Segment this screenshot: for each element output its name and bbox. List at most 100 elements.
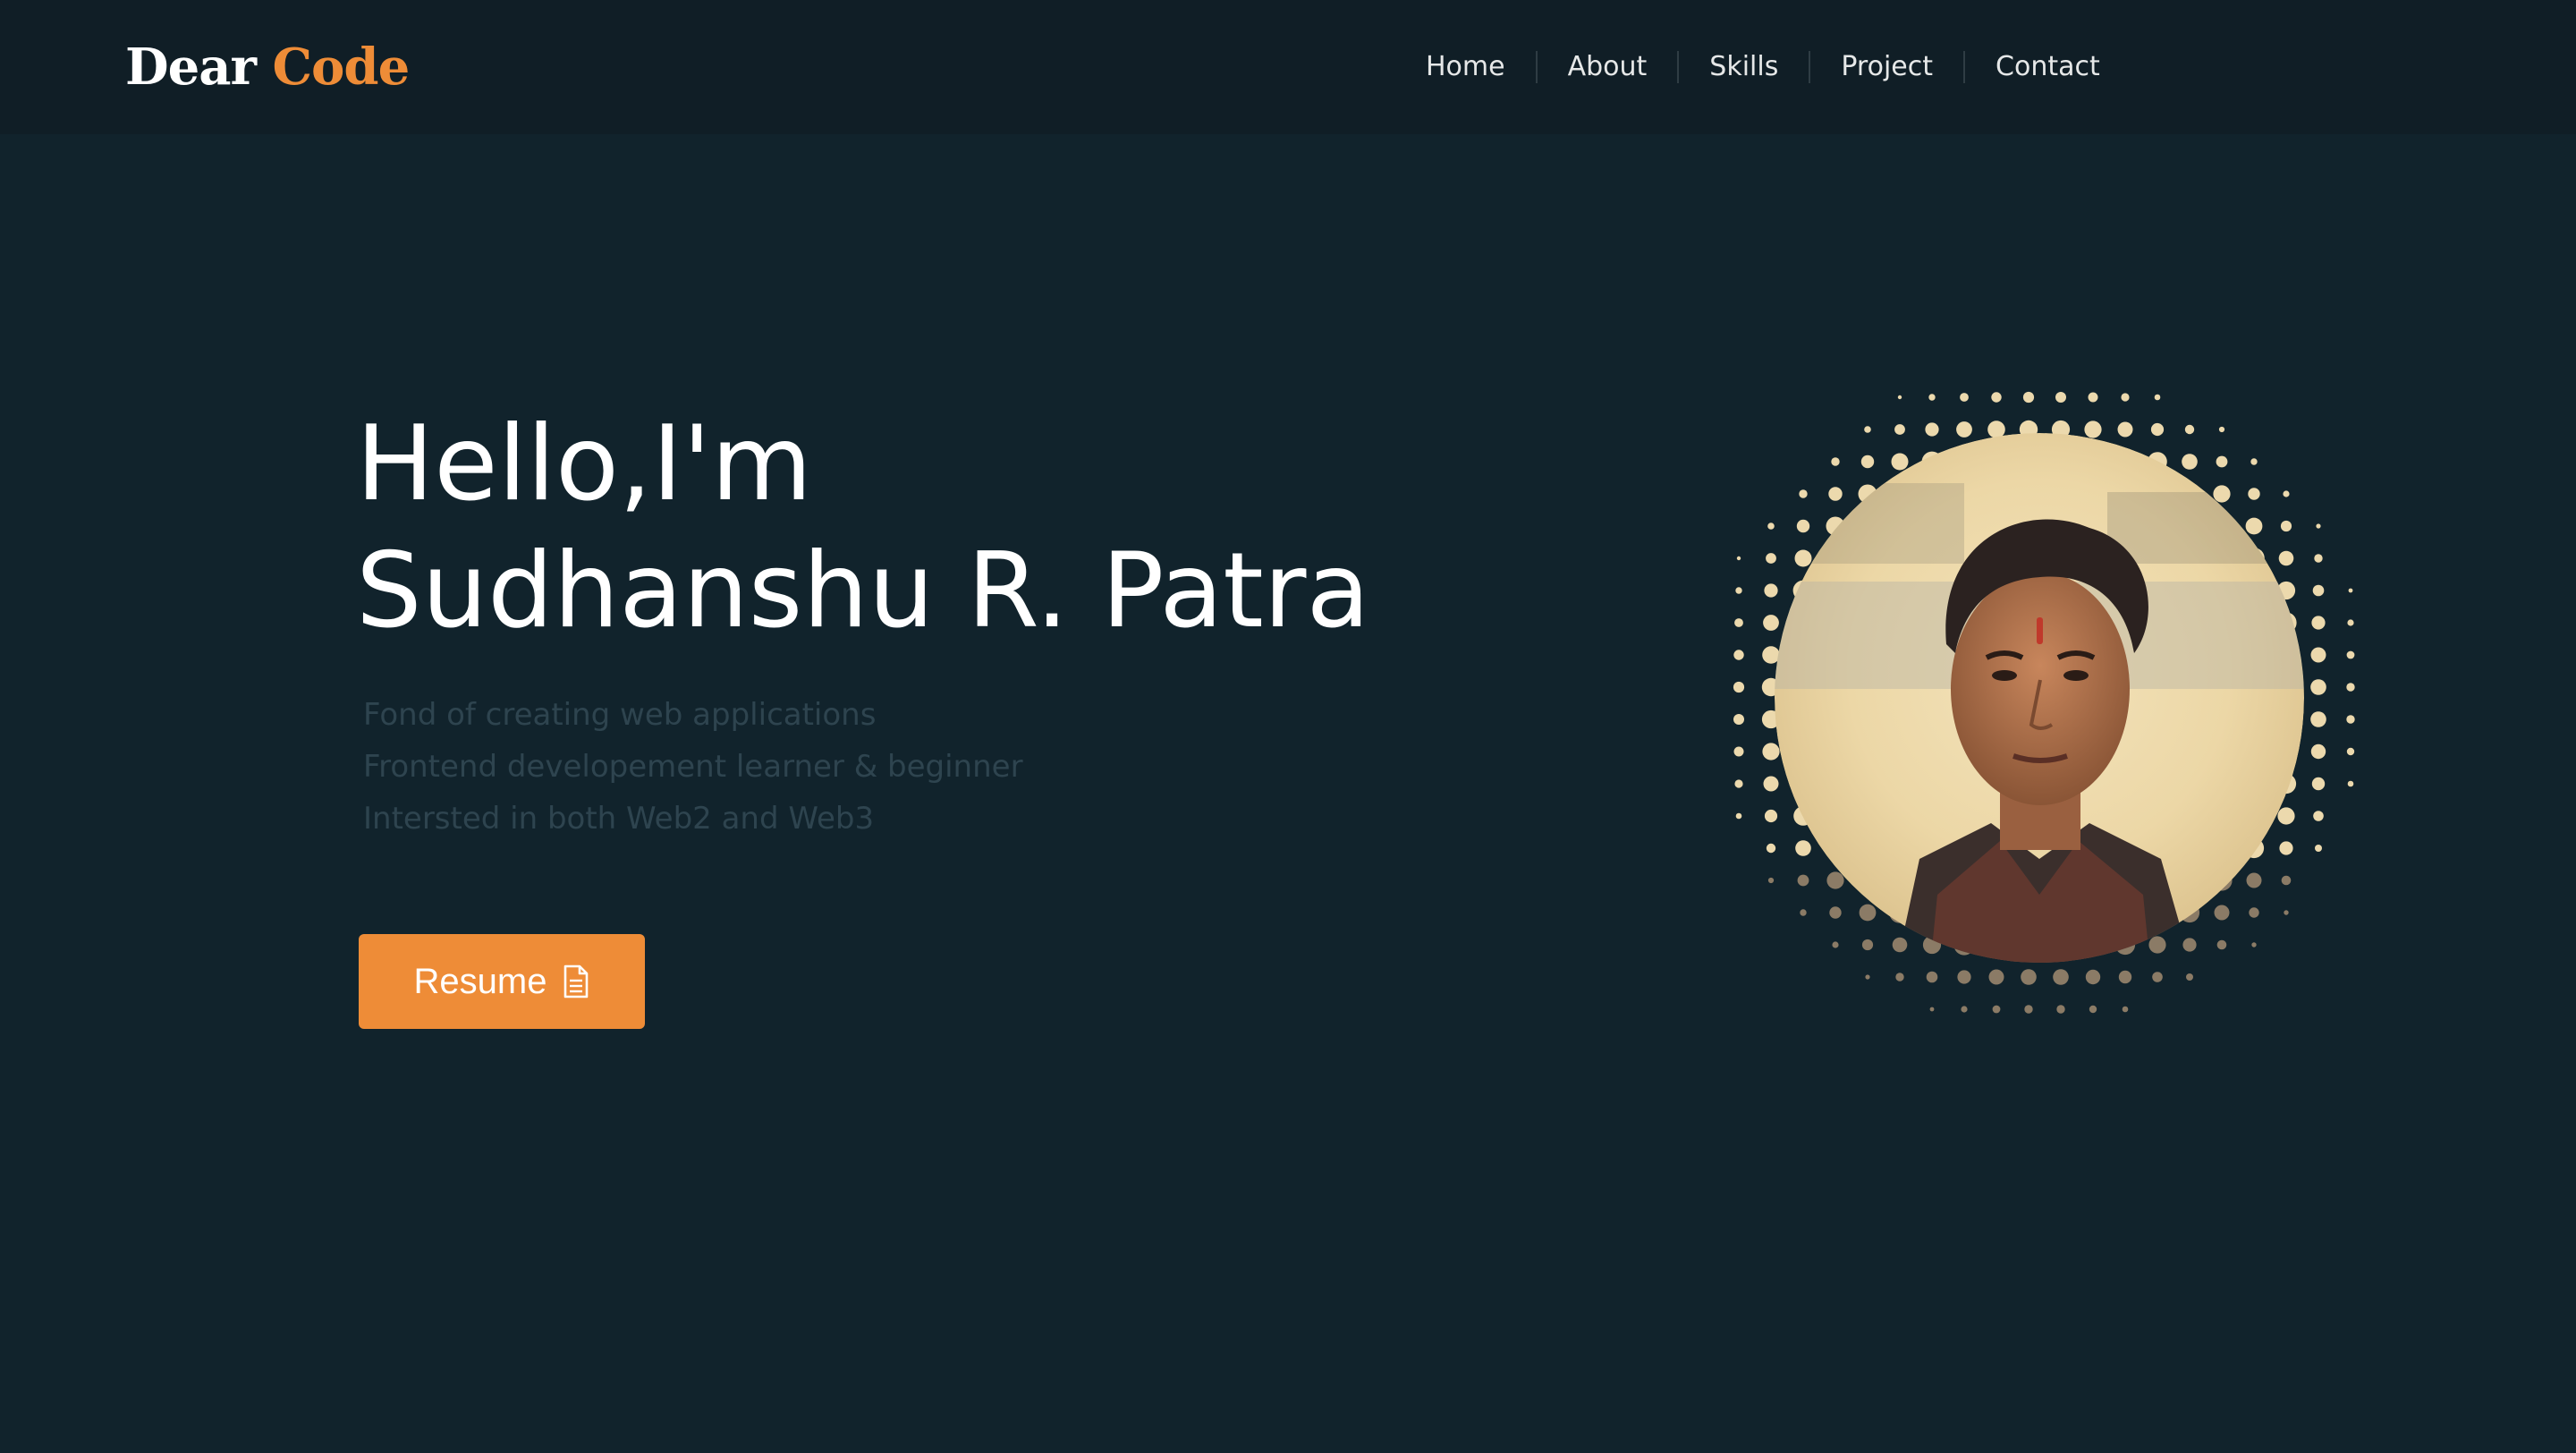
brand-logo-part1: Dear <box>125 38 257 97</box>
brand-logo-part2: Code <box>272 38 410 97</box>
halftone-dot <box>2277 807 2295 825</box>
halftone-dot <box>1987 421 2005 438</box>
halftone-dot <box>2348 588 2353 593</box>
halftone-dot <box>1794 549 1812 567</box>
halftone-dot <box>1832 941 1839 948</box>
halftone-dot <box>1956 421 1972 438</box>
halftone-dot <box>2152 972 2163 982</box>
hero-line: Intersted in both Web2 and Web3 <box>363 801 875 837</box>
halftone-dot <box>1928 394 1936 401</box>
brand-logo[interactable]: Dear Code <box>125 34 410 100</box>
halftone-dot <box>1733 650 1744 660</box>
halftone-dot <box>1763 615 1779 631</box>
halftone-dot <box>1960 393 1969 402</box>
halftone-dot <box>2316 523 2321 529</box>
halftone-dot <box>2245 517 2263 535</box>
resume-button[interactable]: Resume <box>359 934 645 1029</box>
halftone-dot <box>1764 583 1778 598</box>
halftone-dot <box>2118 970 2132 984</box>
halftone-dot <box>2310 679 2326 695</box>
halftone-dot <box>1891 453 1909 471</box>
halftone-dot <box>1736 556 1741 561</box>
halftone-dot <box>2280 520 2292 532</box>
resume-label: Resume <box>413 961 547 1001</box>
halftone-dot <box>2311 777 2326 791</box>
halftone-dot <box>1733 714 1744 725</box>
halftone-dot <box>2347 780 2354 787</box>
halftone-dot <box>2346 715 2355 724</box>
halftone-dot <box>2310 647 2326 663</box>
halftone-dot <box>1826 871 1844 889</box>
halftone-dot <box>1861 939 1874 951</box>
halftone-dot <box>2346 683 2355 692</box>
hero-line: Frontend developement learner & beginner <box>363 749 1023 785</box>
halftone-dot <box>1735 812 1742 820</box>
portrait-photo <box>1775 433 2304 963</box>
halftone-dot <box>1735 587 1742 594</box>
halftone-dot <box>2246 872 2262 888</box>
halftone-dot <box>2085 969 2101 985</box>
halftone-dot <box>1733 746 1744 757</box>
halftone-dot <box>1796 519 1810 533</box>
halftone-dot <box>2121 393 2130 402</box>
halftone-dot <box>2084 421 2102 438</box>
halftone-dot <box>1767 877 1775 884</box>
halftone-dot <box>2150 422 2165 437</box>
halftone-dot <box>1828 487 1843 501</box>
halftone-dot <box>2186 973 2193 981</box>
document-icon <box>564 964 589 998</box>
halftone-dot <box>2346 747 2355 756</box>
halftone-dot <box>1892 937 1908 953</box>
halftone-dot <box>2182 938 2197 952</box>
halftone-dot <box>2346 650 2355 659</box>
halftone-dot <box>2021 969 2037 985</box>
halftone-dot <box>2248 488 2260 500</box>
halftone-dot <box>1733 681 1745 693</box>
halftone-dot <box>1865 974 1870 980</box>
nav-about[interactable]: About <box>1538 45 1678 89</box>
halftone-dot <box>1762 743 1780 760</box>
nav-home[interactable]: Home <box>1395 45 1536 89</box>
halftone-dot <box>2053 969 2069 985</box>
hero-title: Hello,I'm Sudhanshu R. Patra <box>356 401 1370 655</box>
halftone-dot <box>1925 422 1939 437</box>
halftone-dot <box>2022 391 2035 404</box>
halftone-dot <box>2279 841 2293 855</box>
halftone-dot <box>2089 1005 2097 1014</box>
profile-portrait <box>1733 391 2355 1014</box>
halftone-dot <box>2250 458 2258 465</box>
nav-skills[interactable]: Skills <box>1679 45 1809 89</box>
halftone-dot <box>2216 939 2227 950</box>
halftone-dot <box>1894 424 1905 435</box>
halftone-dot <box>2311 616 2326 630</box>
halftone-dot <box>1766 553 1776 564</box>
halftone-dot <box>1864 426 1871 433</box>
halftone-dot <box>1762 646 1780 664</box>
hero-line: Fond of creating web applications <box>363 697 877 733</box>
halftone-dot <box>1926 971 1938 983</box>
halftone-dot <box>2310 711 2326 727</box>
hero-name: Sudhanshu R. Patra <box>356 531 1370 651</box>
halftone-dot <box>1860 455 1875 469</box>
halftone-dot <box>2314 554 2323 563</box>
halftone-dot <box>2278 550 2294 566</box>
halftone-dot <box>1767 523 1775 530</box>
halftone-dot <box>2088 392 2098 403</box>
halftone-dot <box>2154 394 2161 401</box>
halftone-dot <box>1859 904 1877 922</box>
halftone-dot <box>1957 970 1971 984</box>
halftone-dot <box>1797 874 1809 887</box>
halftone-dot <box>2313 811 2324 821</box>
halftone-dot <box>1799 489 1808 498</box>
nav-project[interactable]: Project <box>1810 45 1963 89</box>
halftone-dot <box>1763 776 1779 792</box>
halftone-dot <box>2284 910 2289 915</box>
halftone-dot <box>2184 424 2195 435</box>
halftone-dot <box>2122 1006 2129 1013</box>
halftone-dot <box>2315 845 2322 852</box>
halftone-dot <box>1992 1005 2001 1014</box>
nav-contact[interactable]: Contact <box>1965 45 2131 89</box>
halftone-dot <box>1795 840 1811 856</box>
halftone-dot <box>1991 392 2002 403</box>
halftone-dot <box>2251 942 2257 947</box>
